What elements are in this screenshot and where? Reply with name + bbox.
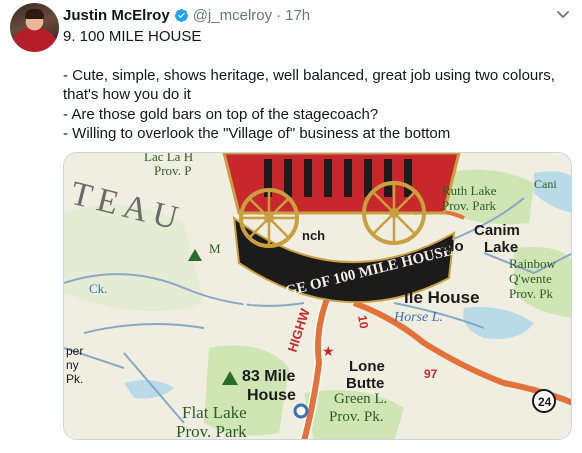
tweet-timestamp[interactable]: 17h — [285, 7, 310, 24]
svg-text:Prov. Pk: Prov. Pk — [509, 286, 553, 301]
svg-text:M: M — [209, 241, 221, 256]
svg-text:Prov. Park: Prov. Park — [176, 422, 247, 440]
tweet-line: - Are those gold bars on top of the stag… — [63, 105, 379, 123]
svg-text:nch: nch — [302, 228, 325, 243]
svg-text:Prov. P: Prov. P — [154, 163, 191, 178]
verified-badge-icon — [174, 8, 188, 22]
svg-text:Canim: Canim — [474, 222, 520, 239]
svg-text:Lone: Lone — [349, 358, 385, 375]
tweet-line: - Cute, simple, shows heritage, well bal… — [63, 66, 555, 84]
map-photo: VILLAGE OF 100 MILE HOUSE Lac La H Prov.… — [64, 153, 571, 440]
svg-text:Green L.: Green L. — [334, 391, 387, 407]
separator-dot: · — [276, 6, 282, 24]
tweet-line-title: 9. 100 MILE HOUSE — [63, 28, 202, 45]
tweet-text: 9. 100 MILE HOUSE - Cute, simple, shows … — [63, 27, 573, 144]
svg-text:alo: alo — [442, 238, 464, 255]
avatar[interactable] — [10, 3, 59, 52]
svg-text:Pk.: Pk. — [66, 372, 83, 386]
svg-text:Prov. Pk.: Prov. Pk. — [329, 409, 383, 425]
tweet-line: that's how you do it — [63, 86, 191, 103]
svg-text:97: 97 — [424, 367, 438, 381]
svg-text:Rainbow: Rainbow — [509, 256, 557, 271]
tweet-header: Justin McElroy @j_mcelroy · 17h — [63, 6, 310, 24]
tweet-line: - Willing to overlook the "Village of" b… — [63, 125, 451, 142]
tweet[interactable]: Justin McElroy @j_mcelroy · 17h 9. 100 M… — [0, 0, 582, 453]
svg-text:Q'wente: Q'wente — [509, 271, 552, 286]
svg-text:Lake: Lake — [484, 239, 518, 256]
svg-text:Prov. Park: Prov. Park — [442, 198, 497, 213]
svg-text:Ruth Lake: Ruth Lake — [442, 183, 497, 198]
svg-text:per: per — [66, 344, 83, 358]
svg-text:ile House: ile House — [404, 288, 480, 307]
svg-text:Butte: Butte — [346, 375, 384, 392]
svg-text:★: ★ — [322, 343, 335, 359]
svg-text:Horse L.: Horse L. — [393, 310, 443, 325]
svg-text:24: 24 — [538, 395, 552, 409]
tweet-photo[interactable]: VILLAGE OF 100 MILE HOUSE Lac La H Prov.… — [63, 152, 572, 440]
svg-text:Flat Lake: Flat Lake — [182, 403, 247, 422]
svg-text:83 Mile: 83 Mile — [242, 368, 295, 385]
author-handle[interactable]: @j_mcelroy — [193, 7, 272, 24]
svg-text:Cani: Cani — [534, 177, 557, 191]
svg-text:10: 10 — [355, 314, 371, 330]
svg-text:House: House — [247, 387, 296, 404]
chevron-down-icon[interactable] — [556, 10, 570, 20]
svg-text:ny: ny — [66, 358, 79, 372]
author-name[interactable]: Justin McElroy — [63, 7, 170, 24]
svg-text:Ck.: Ck. — [89, 281, 107, 296]
